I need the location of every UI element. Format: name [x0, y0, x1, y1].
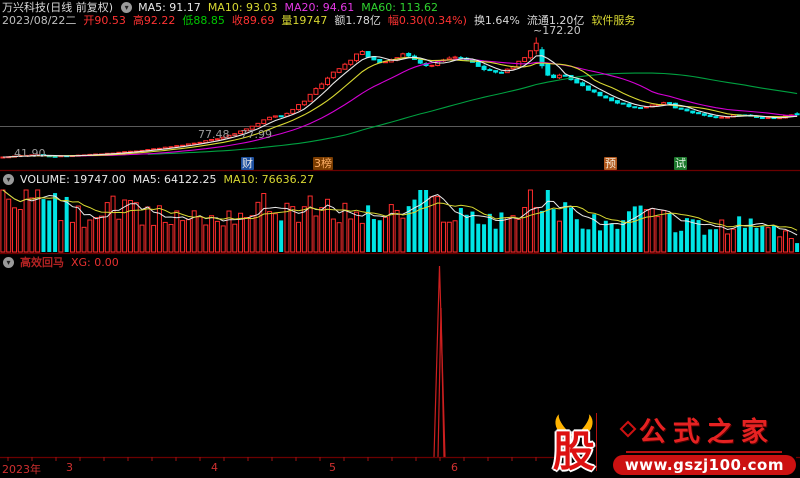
- main-chart-header: 万兴科技(日线 前复权) ▾ MA5: 91.17 MA10: 93.03 MA…: [2, 1, 445, 14]
- stock-app-window: 万兴科技(日线 前复权) ▾ MA5: 91.17 MA10: 93.03 MA…: [0, 0, 800, 478]
- diamond-icon: [619, 420, 637, 438]
- gszj-logo: 股 公式之家 www.gszj100.com: [550, 404, 796, 476]
- indicator-xg-value: XG: 0.00: [71, 256, 119, 269]
- logo-text-block: 公式之家 www.gszj100.com: [601, 410, 796, 475]
- peak-price-label: ~172.20: [533, 24, 581, 37]
- logo-divider: [595, 413, 597, 471]
- stock-title: 万兴科技(日线 前复权): [2, 1, 114, 14]
- bull-icon: 股: [550, 406, 598, 476]
- quote-low: 低88.85: [182, 14, 225, 27]
- axis-month-label: 3: [66, 461, 73, 474]
- indicator-pane-header: ▾ 高效回马 XG: 0.00: [2, 256, 126, 269]
- collapse-main-icon[interactable]: ▾: [121, 2, 133, 13]
- quote-volume: 量19747: [281, 14, 328, 27]
- axis-year-label: 2023年: [2, 463, 41, 476]
- quote-turnover: 换1.64%: [473, 14, 520, 27]
- volume-ma10-value: MA10: 76636.27: [223, 173, 315, 186]
- gap-zone-label: 77.48 - 77.99: [198, 128, 272, 141]
- ma60-value: MA60: 113.62: [361, 1, 438, 14]
- event-badge[interactable]: 预: [604, 157, 617, 170]
- event-badge[interactable]: 试: [674, 157, 687, 170]
- start-low-label: 41.90: [14, 147, 46, 160]
- quote-close: 收89.69: [231, 14, 275, 27]
- volume-ma5-value: MA5: 64122.25: [132, 173, 217, 186]
- industry-link[interactable]: 软件服务: [591, 14, 635, 27]
- volume-value: VOLUME: 19747.00: [20, 173, 126, 186]
- ma5-value: MA5: 91.17: [138, 1, 201, 14]
- logo-underline: [626, 450, 783, 453]
- quote-open: 开90.53: [83, 14, 126, 27]
- axis-month-label: 4: [211, 461, 218, 474]
- indicator-name[interactable]: 高效回马: [20, 256, 64, 269]
- quote-range: 幅0.30(0.34%): [387, 14, 467, 27]
- axis-month-label: 5: [329, 461, 336, 474]
- quote-date: 2023/08/22二: [2, 14, 77, 27]
- logo-site-name: 公式之家: [638, 416, 775, 448]
- quote-amount: 额1.78亿: [334, 14, 381, 27]
- logo-site-url: www.gszj100.com: [612, 454, 796, 475]
- axis-month-label: 6: [451, 461, 458, 474]
- quote-high: 高92.22: [132, 14, 176, 27]
- collapse-indicator-icon[interactable]: ▾: [3, 257, 14, 268]
- ma10-value: MA10: 93.03: [207, 1, 278, 14]
- event-badge[interactable]: 财: [241, 157, 254, 170]
- ma20-value: MA20: 94.61: [284, 1, 355, 14]
- volume-pane-header: ▾ VOLUME: 19747.00 MA5: 64122.25 MA10: 7…: [2, 173, 321, 186]
- event-badge[interactable]: 3榜: [313, 157, 333, 170]
- collapse-volume-icon[interactable]: ▾: [3, 174, 14, 185]
- logo-gu-character: 股: [552, 426, 595, 476]
